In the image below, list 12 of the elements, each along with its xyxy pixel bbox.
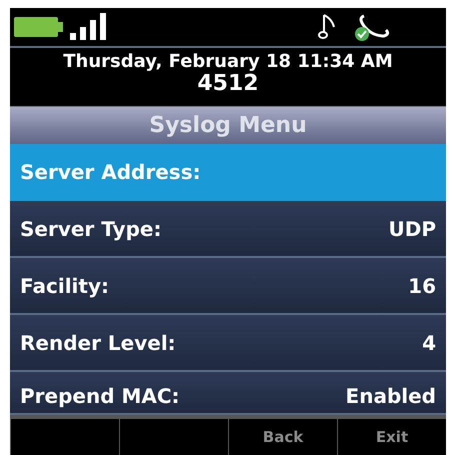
battery-icon — [14, 16, 64, 38]
menu-item[interactable]: Render Level: 4 — [10, 315, 446, 372]
menu-item[interactable]: Prepend MAC: Enabled — [10, 372, 446, 415]
date-time: Thursday, February 18 11:34 AM — [63, 53, 393, 71]
extension-number: 4512 — [197, 73, 259, 95]
menu-item[interactable]: Facility: 16 — [10, 258, 446, 315]
menu-item[interactable]: Server Type: UDP — [10, 201, 446, 258]
music-note-icon — [318, 13, 338, 41]
softkey[interactable]: Exit — [337, 419, 446, 455]
phone-check-icon — [352, 12, 392, 42]
softkey[interactable]: Back — [228, 419, 337, 455]
menu-title-bar: Syslog Menu — [10, 106, 446, 144]
